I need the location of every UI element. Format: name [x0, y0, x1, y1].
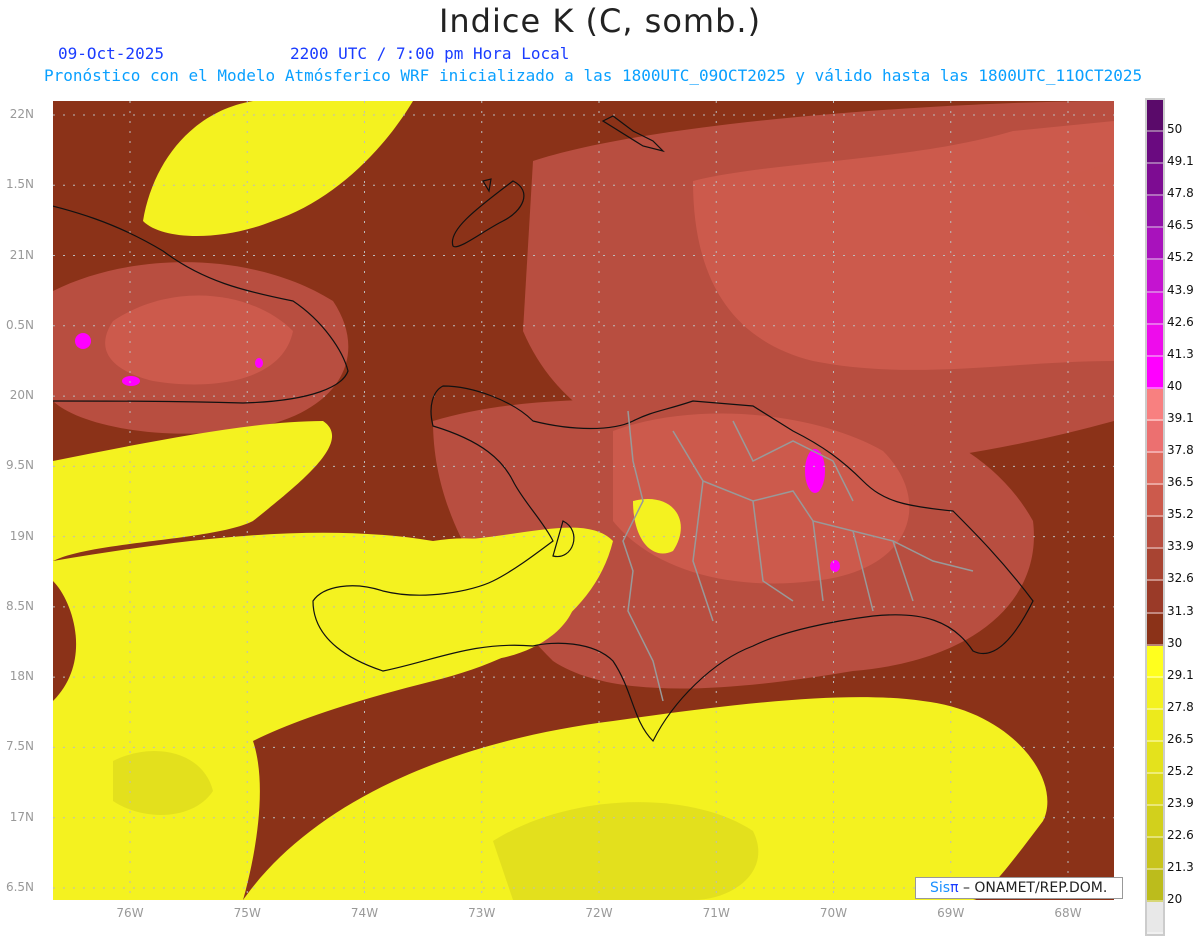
colorbar-segment: [1147, 100, 1163, 133]
colorbar-label: 30: [1167, 635, 1183, 650]
colorbar-segment: [1147, 773, 1163, 807]
colorbar-label: 21.3: [1167, 860, 1194, 875]
colorbar-label: 26.5: [1167, 731, 1194, 746]
lat-tick-label: 0.5N: [5, 317, 34, 332]
lat-tick-label: 19N: [9, 528, 34, 543]
lat-tick-label: 21N: [9, 247, 34, 262]
colorbar-label: 50: [1167, 122, 1183, 136]
lon-tick-label: 71W: [702, 906, 730, 920]
colorbar-segment: [1147, 902, 1163, 935]
colorbar-label: 43.9: [1167, 282, 1194, 297]
colorbar-segment: [1147, 806, 1163, 839]
lat-tick-label: 18N: [9, 669, 34, 684]
colorbar-label: 49.1: [1167, 154, 1194, 169]
colorbar-label: 33.9: [1167, 539, 1194, 554]
colorbar-segment: [1147, 741, 1163, 774]
colorbar-segment: [1147, 613, 1163, 646]
colorbar-segment: [1147, 292, 1163, 325]
lat-tick-label: 7.5N: [5, 739, 34, 754]
map-title: Indice K (C, somb.): [438, 2, 762, 40]
credit-org: – ONAMET/REP.DOM.: [958, 880, 1108, 896]
colorbar-segment: [1147, 677, 1163, 710]
lon-tick-label: 68W: [1054, 906, 1082, 920]
lon-tick-label: 70W: [819, 906, 848, 920]
colorbar-segment: [1147, 228, 1163, 261]
lon-tick-label: 74W: [350, 906, 379, 920]
colorbar-label: 39.1: [1167, 410, 1194, 425]
lat-tick-label: 22N: [9, 107, 34, 121]
colorbar-label: 25.2: [1167, 764, 1194, 778]
credit-box: Sisπ – ONAMET/REP.DOM.: [915, 877, 1123, 899]
colorbar: [1145, 98, 1165, 936]
colorbar-segment: [1147, 324, 1163, 357]
colorbar-segment: [1147, 453, 1163, 486]
colorbar-label: 29.1: [1167, 667, 1194, 682]
colorbar-segment: [1147, 196, 1163, 229]
lon-tick-label: 69W: [937, 906, 965, 920]
forecast-time: 2200 UTC / 7:00 pm Hora Local: [290, 44, 570, 63]
colorbar-segment: [1147, 164, 1163, 197]
lat-tick-label: 8.5N: [5, 598, 34, 613]
colorbar-label: 32.6: [1167, 571, 1194, 586]
colorbar-segment: [1147, 485, 1163, 518]
lon-tick-label: 75W: [233, 906, 261, 920]
k-index-map: [53, 101, 1114, 900]
lat-tick-label: 17N: [9, 809, 34, 824]
colorbar-segment: [1147, 260, 1163, 293]
colorbar-label: 35.2: [1167, 507, 1194, 522]
lat-tick-label: 9.5N: [5, 458, 34, 473]
colorbar-segment: [1147, 709, 1163, 742]
colorbar-label: 20: [1167, 892, 1183, 907]
forecast-date: 09-Oct-2025: [58, 44, 164, 63]
model-info: Pronóstico con el Modelo Atmósferico WRF…: [44, 66, 1143, 85]
lat-tick-label: 6.5N: [5, 879, 34, 894]
colorbar-label: 37.8: [1167, 443, 1194, 457]
colorbar-segment: [1147, 549, 1163, 582]
credit-pi: π: [950, 880, 959, 896]
credit-sis: Sis: [930, 880, 951, 896]
lon-tick-label: 76W: [116, 906, 144, 920]
colorbar-segment: [1147, 132, 1163, 165]
colorbar-label: 23.9: [1167, 796, 1194, 811]
colorbar-label: 27.8: [1167, 699, 1194, 714]
colorbar-label: 45.2: [1167, 250, 1194, 265]
colorbar-segment: [1147, 870, 1163, 903]
lon-tick-label: 73W: [468, 906, 496, 920]
colorbar-segment: [1147, 356, 1163, 389]
lat-tick-label: 1.5N: [5, 177, 34, 192]
colorbar-label: 47.8: [1167, 186, 1194, 201]
colorbar-segment: [1147, 420, 1163, 454]
colorbar-label: 36.5: [1167, 475, 1194, 490]
colorbar-segment: [1147, 838, 1163, 871]
colorbar-label: 41.3: [1167, 346, 1194, 361]
colorbar-label: 42.6: [1167, 314, 1194, 329]
colorbar-segment: [1147, 645, 1163, 678]
lat-tick-label: 20N: [9, 388, 34, 403]
colorbar-segment: [1147, 517, 1163, 550]
colorbar-label: 31.3: [1167, 603, 1194, 618]
colorbar-label: 46.5: [1167, 218, 1194, 233]
colorbar-label: 40: [1167, 378, 1183, 393]
lon-tick-label: 72W: [585, 906, 613, 920]
colorbar-segment: [1147, 581, 1163, 614]
colorbar-segment: [1147, 388, 1163, 421]
colorbar-label: 22.6: [1167, 828, 1194, 843]
